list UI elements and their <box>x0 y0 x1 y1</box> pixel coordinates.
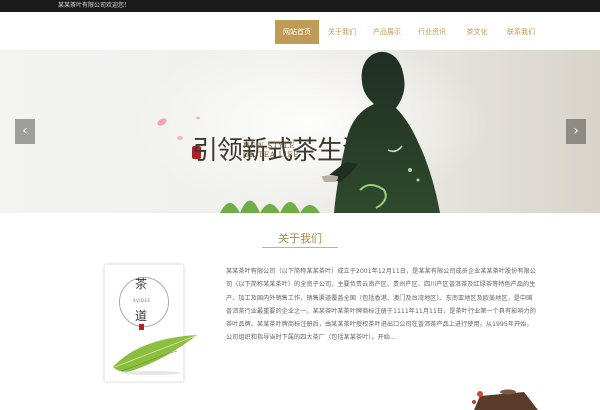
banner-en-title: NEW STYLE OF TEA LIFE <box>243 141 299 159</box>
main-nav: 网站首页 关于我们 产品展示 行业资讯 茶文化 联系我们 <box>0 12 600 50</box>
about-title-underline <box>262 247 338 248</box>
nav-item-tea-culture[interactable]: 茶文化 <box>461 20 493 44</box>
grass-decoration <box>220 190 320 213</box>
banner-en-line-2: OF TEA LIFE <box>243 150 300 159</box>
nav-item-news[interactable]: 行业资讯 <box>413 20 451 44</box>
banner-prev-button[interactable]: ‹ <box>15 119 35 144</box>
card-char-1: 茶 <box>135 277 148 291</box>
banner-en-line-1: NEW STYLE <box>243 141 296 150</box>
about-description: 某某茶叶有限公司（以下简称某某茶叶）成立于2001年12月11日，是某某有限公司… <box>226 268 536 342</box>
tea-tray-decoration <box>472 389 538 410</box>
tea-culture-card: 茶 AVIDEE 道 <box>104 264 197 382</box>
chevron-left-icon: ‹ <box>22 123 28 139</box>
chevron-right-icon: › <box>573 123 579 139</box>
top-bar: 某某茶叶有限公司欢迎您！ <box>0 0 600 12</box>
banner-next-button[interactable]: › <box>566 119 586 144</box>
nav-item-products[interactable]: 产品展示 <box>368 20 406 44</box>
nav-item-home[interactable]: 网站首页 <box>275 20 319 44</box>
welcome-text: 某某茶叶有限公司欢迎您！ <box>58 2 131 9</box>
hero-banner: 引领新式茶生活 NEW STYLE OF TEA LIFE ‹ › <box>0 50 600 213</box>
card-sub-text: AVIDEE <box>133 298 151 303</box>
nav-item-about[interactable]: 关于我们 <box>323 20 361 44</box>
card-char-2: 道 <box>135 309 148 323</box>
tea-leaf-illustration <box>113 335 197 375</box>
about-section-title: 关于我们 <box>278 232 322 245</box>
nav-item-contact[interactable]: 联系我们 <box>502 20 540 44</box>
